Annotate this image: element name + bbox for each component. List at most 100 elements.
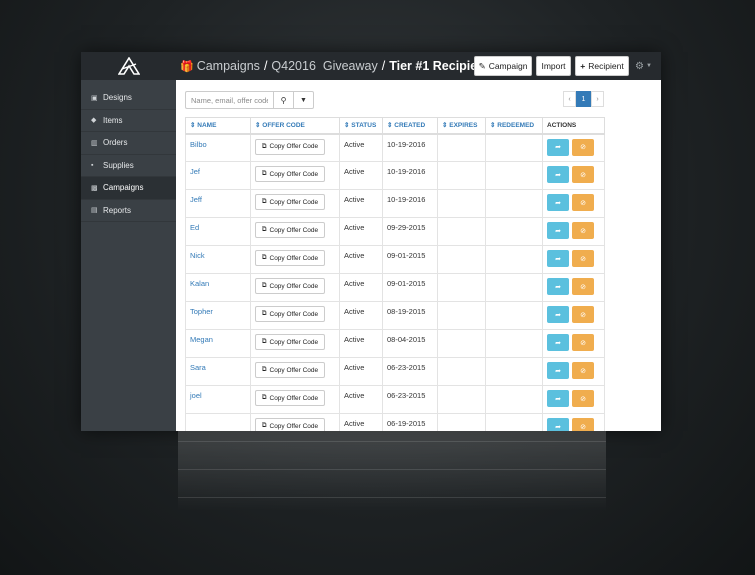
cancel-button[interactable]: ⊘ (572, 222, 594, 239)
send-button[interactable]: ➦ (547, 362, 569, 379)
cancel-button[interactable]: ⊘ (572, 138, 594, 156)
filter-button[interactable]: ▼ (293, 91, 314, 109)
settings-menu[interactable]: ⚙ ▼ (635, 52, 652, 80)
cancel-button[interactable]: ⊘ (572, 278, 594, 295)
send-button[interactable]: ➦ (547, 334, 569, 351)
cancel-button[interactable]: ⊘ (572, 418, 594, 431)
prev-page-button[interactable]: ‹ (563, 91, 576, 107)
recipient-name[interactable]: Topher (185, 301, 251, 330)
cancel-button[interactable]: ⊘ (572, 306, 594, 323)
caret-down-icon: ▼ (645, 63, 652, 69)
sidebar-item-designs[interactable]: ▣ Designs (81, 87, 176, 110)
copy-offer-code-button[interactable]: ⧉ Copy Offer Code (255, 222, 325, 238)
add-recipient-button[interactable]: + Recipient (575, 56, 629, 76)
add-recipient-button-label: Recipient (588, 61, 624, 71)
actions-cell: ➦ ⊘ (542, 357, 605, 386)
ban-icon: ⊘ (580, 171, 586, 179)
sidebar-item-label: Designs (103, 93, 132, 103)
column-header-status[interactable]: ⇕ STATUS (339, 117, 383, 135)
send-button[interactable]: ➦ (547, 418, 569, 431)
sidebar-item-supplies[interactable]: ▪ Supplies (81, 155, 176, 177)
column-header-redeemed[interactable]: ⇕ REDEEMED (485, 117, 543, 135)
copy-offer-code-button[interactable]: ⧉ Copy Offer Code (255, 334, 325, 350)
recipient-name[interactable]: Jef (185, 161, 251, 190)
actions-cell: ➦ ⊘ (542, 385, 605, 414)
redeemed-cell (485, 245, 543, 274)
sidebar-item-campaigns[interactable]: ▩ Campaigns (81, 177, 176, 200)
cancel-button[interactable]: ⊘ (572, 166, 594, 183)
next-page-button[interactable]: › (591, 91, 604, 107)
copy-offer-code-button[interactable]: ⧉ Copy Offer Code (255, 138, 325, 155)
search-input[interactable] (185, 91, 273, 109)
created-cell: 10-19-2016 (382, 189, 438, 218)
send-button[interactable]: ➦ (547, 194, 569, 211)
column-header-name[interactable]: ⇕ NAME (185, 117, 251, 135)
copy-offer-code-button[interactable]: ⧉ Copy Offer Code (255, 194, 325, 210)
copy-offer-code-button[interactable]: ⧉ Copy Offer Code (255, 250, 325, 266)
expires-cell (437, 161, 486, 190)
send-button[interactable]: ➦ (547, 138, 569, 156)
recipient-name[interactable]: Kalan (185, 273, 251, 302)
cancel-button[interactable]: ⊘ (572, 194, 594, 211)
recipient-name[interactable]: joel (185, 385, 251, 414)
send-button[interactable]: ➦ (547, 222, 569, 239)
recipient-name[interactable]: Nick (185, 245, 251, 274)
share-arrow-icon: ➦ (555, 171, 561, 179)
recipient-name[interactable]: Ed (185, 217, 251, 246)
cancel-button[interactable]: ⊘ (572, 390, 594, 407)
created-cell: 09-29-2015 (382, 217, 438, 246)
share-arrow-icon: ➦ (555, 227, 561, 235)
recipients-table: ⇕ NAME ⇕ OFFER CODE ⇕ STATUS ⇕ CREATED ⇕… (185, 117, 605, 431)
sidebar-item-reports[interactable]: ▤ Reports (81, 200, 176, 222)
redeemed-cell (485, 329, 543, 358)
app-window: 🎁 Campaigns / Q42016 Giveaway / Tier #1 … (81, 52, 661, 431)
search-button[interactable]: ⚲ (273, 91, 294, 109)
recipient-name[interactable] (185, 413, 251, 431)
send-button[interactable]: ➦ (547, 306, 569, 323)
recipient-name[interactable]: Bilbo (185, 133, 251, 162)
campaign-button[interactable]: ✎ Campaign (474, 56, 532, 76)
sidebar-item-label: Campaigns (103, 183, 144, 193)
recipient-name[interactable]: Jeff (185, 189, 251, 218)
send-button[interactable]: ➦ (547, 250, 569, 267)
expires-cell (437, 357, 486, 386)
cancel-button[interactable]: ⊘ (572, 250, 594, 267)
table-row: joel ⧉ Copy Offer Code Active 06-23-2015… (185, 385, 605, 414)
import-button[interactable]: Import (536, 56, 571, 76)
share-arrow-icon: ➦ (555, 423, 561, 431)
copy-offer-code-button[interactable]: ⧉ Copy Offer Code (255, 306, 325, 322)
copy-offer-code-button[interactable]: ⧉ Copy Offer Code (255, 390, 325, 406)
redeemed-cell (485, 273, 543, 302)
column-header-created[interactable]: ⇕ CREATED (382, 117, 438, 135)
send-button[interactable]: ➦ (547, 278, 569, 295)
copy-offer-code-button[interactable]: ⧉ Copy Offer Code (255, 278, 325, 294)
share-arrow-icon: ➦ (555, 255, 561, 263)
recipient-name[interactable]: Megan (185, 329, 251, 358)
send-button[interactable]: ➦ (547, 166, 569, 183)
cancel-button[interactable]: ⊘ (572, 362, 594, 379)
sidebar-item-orders[interactable]: ▥ Orders (81, 132, 176, 155)
cancel-button[interactable]: ⊘ (572, 334, 594, 351)
share-arrow-icon: ➦ (555, 339, 561, 347)
chevron-right-icon: › (596, 95, 599, 103)
copy-icon: ⧉ (261, 198, 267, 205)
copy-offer-code-button[interactable]: ⧉ Copy Offer Code (255, 362, 325, 378)
ban-icon: ⊘ (580, 311, 586, 319)
sidebar-item-items[interactable]: ◆ Items (81, 110, 176, 132)
offer-code-cell: ⧉ Copy Offer Code (250, 133, 340, 162)
recipient-name[interactable]: Sara (185, 357, 251, 386)
gear-icon: ⚙ (635, 60, 644, 72)
column-header-offer-code[interactable]: ⇕ OFFER CODE (250, 117, 340, 135)
breadcrumb-campaign-name[interactable]: Q42016 Giveaway (271, 59, 377, 73)
send-button[interactable]: ➦ (547, 390, 569, 407)
copy-offer-code-button[interactable]: ⧉ Copy Offer Code (255, 166, 325, 182)
page-button-current[interactable]: 1 (576, 91, 591, 107)
breadcrumb-campaigns[interactable]: Campaigns (197, 59, 260, 73)
logo[interactable] (81, 52, 176, 80)
column-header-expires[interactable]: ⇕ EXPIRES (437, 117, 486, 135)
status-cell: Active (339, 413, 383, 431)
offer-code-cell: ⧉ Copy Offer Code (250, 189, 340, 218)
brand-logo-icon (117, 57, 140, 75)
expires-cell (437, 385, 486, 414)
copy-offer-code-button[interactable]: ⧉ Copy Offer Code (255, 418, 325, 431)
